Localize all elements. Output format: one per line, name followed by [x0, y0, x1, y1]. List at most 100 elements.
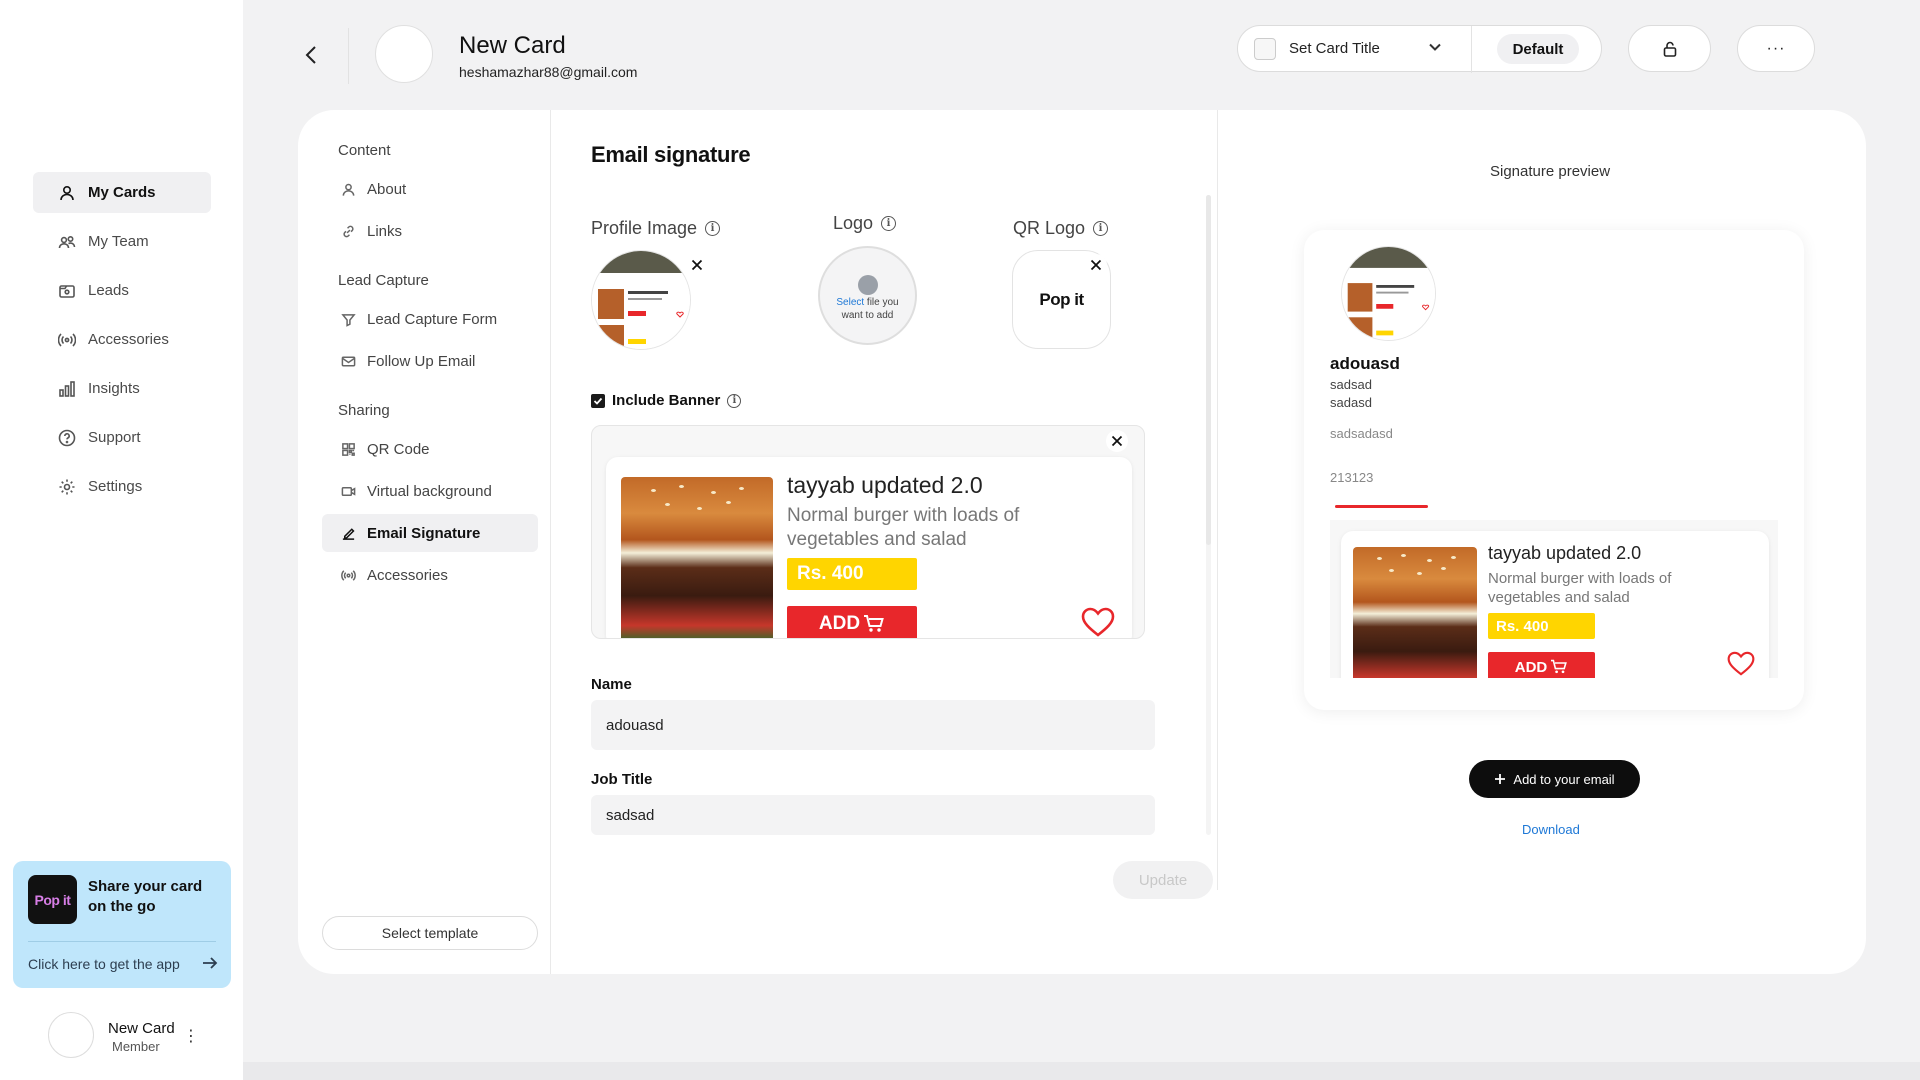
avatar [48, 1012, 94, 1058]
menu-item-label: Lead Capture Form [367, 310, 498, 328]
card-title-select[interactable]: Set Card Title Default [1237, 25, 1602, 73]
preview-line: sadasd [1330, 395, 1372, 410]
default-badge[interactable]: Default [1497, 34, 1579, 64]
preview-banner-add-label: ADD [1514, 658, 1548, 676]
broadcast-icon [340, 567, 356, 583]
name-input[interactable] [591, 700, 1155, 750]
profile-image-thumbnail [592, 251, 690, 349]
preview-banner-title: tayyab updated 2.0 [1488, 543, 1642, 563]
menu-item-label: Follow Up Email [367, 352, 476, 370]
bar-chart-icon [58, 380, 76, 398]
info-icon[interactable]: i [881, 216, 897, 231]
menu-item-about[interactable]: About [322, 170, 538, 208]
gear-icon [58, 478, 76, 496]
preview-job-title: sadsad [1330, 377, 1372, 392]
current-user[interactable]: New Card Member ⋮ [48, 1012, 199, 1062]
menu-item-links[interactable]: Links [322, 212, 538, 250]
qr-logo-label-text: QR Logo [1013, 218, 1086, 238]
job-title-input[interactable] [591, 795, 1155, 835]
signature-preview-label: Signature preview [1490, 163, 1611, 180]
sidebar-item-label: Settings [88, 478, 143, 495]
menu-item-label: Virtual background [367, 482, 492, 500]
sidebar-item-label: Leads [88, 282, 129, 299]
menu-item-label: Links [367, 222, 403, 240]
get-app-promo[interactable]: Pop it Share your card on the go Click h… [13, 861, 231, 988]
lock-button[interactable] [1628, 25, 1711, 72]
menu-item-lead-capture-form[interactable]: Lead Capture Form [322, 300, 538, 338]
team-icon [58, 233, 76, 251]
arrow-right-icon [202, 956, 218, 972]
back-button[interactable] [300, 42, 322, 68]
more-vertical-icon[interactable]: ⋮ [183, 1026, 199, 1046]
banner-preview[interactable]: tayyab updated 2.0 Normal burger with lo… [591, 425, 1145, 639]
preview-profile-image [1341, 246, 1436, 341]
user-icon [58, 184, 76, 202]
name-label: Name [591, 676, 632, 693]
download-link[interactable]: Download [1522, 822, 1580, 837]
sidebar-item-my-team[interactable]: My Team [33, 221, 211, 262]
info-icon[interactable]: i [727, 393, 742, 408]
more-options-button[interactable]: ··· [1737, 25, 1815, 72]
banner-description: Normal burger with loads of vegetables a… [787, 505, 1020, 550]
remove-banner-button[interactable] [1106, 430, 1128, 452]
user-name: New Card [108, 1020, 175, 1037]
checkbox-checked[interactable] [591, 393, 605, 408]
app-logo: Pop it [28, 875, 77, 924]
info-icon[interactable]: i [705, 221, 721, 236]
scrollbar-thumb[interactable] [1206, 195, 1211, 545]
profile-image[interactable] [591, 250, 691, 350]
column-divider [1217, 110, 1218, 890]
job-title-label: Job Title [591, 771, 653, 788]
get-app-link[interactable]: Click here to get the app [28, 956, 218, 972]
upload-hint: Select file you want to add [826, 296, 909, 322]
select-template-button[interactable]: Select template [322, 916, 538, 950]
remove-profile-image-button[interactable] [686, 254, 708, 276]
qr-logo-label: QR Logo i [1013, 218, 1109, 239]
info-icon[interactable]: i [1093, 221, 1109, 236]
close-icon [691, 259, 703, 271]
include-banner-checkbox[interactable]: Include Banner i [591, 392, 742, 409]
menu-item-email-signature[interactable]: Email Signature [322, 514, 538, 552]
upload-select-link[interactable]: Select [836, 297, 864, 308]
more-horizontal-icon: ··· [1766, 39, 1786, 57]
lock-icon [1663, 41, 1676, 57]
update-button[interactable]: Update [1113, 861, 1213, 899]
close-icon [1090, 259, 1102, 271]
sidebar-item-leads[interactable]: Leads [33, 270, 211, 311]
filter-icon [340, 311, 356, 327]
include-banner-label: Include Banner [612, 392, 721, 409]
menu-item-qr-code[interactable]: QR Code [322, 430, 538, 468]
section-lead-capture: Lead Capture [338, 272, 429, 289]
banner-price: Rs. 400 [787, 558, 917, 590]
sidebar-item-support[interactable]: Support [33, 417, 211, 458]
sidebar-item-label: My Team [88, 233, 149, 250]
promo-title: Share your card on the go [88, 878, 203, 915]
close-icon [1111, 435, 1123, 447]
burger-image [621, 477, 773, 638]
sidebar-item-insights[interactable]: Insights [33, 368, 211, 409]
menu-item-label: About [367, 180, 407, 198]
remove-qr-logo-button[interactable] [1085, 254, 1107, 276]
menu-item-label: QR Code [367, 440, 430, 458]
settings-menu: Content About Links Lead Capture Lead Ca… [298, 110, 551, 974]
header-divider [348, 28, 349, 84]
preview-name: adouasd [1330, 354, 1400, 373]
add-to-email-button[interactable]: Add to your email [1469, 760, 1640, 798]
logo-upload[interactable]: Select file you want to add [818, 246, 917, 345]
user-placeholder-icon [858, 275, 878, 295]
sidebar-item-accessories[interactable]: Accessories [33, 319, 211, 360]
mail-icon [340, 353, 356, 369]
card-email: heshamazhar88@gmail.com [459, 64, 638, 80]
preview-banner-add: ADD [1488, 652, 1595, 678]
sidebar-item-settings[interactable]: Settings [33, 466, 211, 507]
menu-item-accessories[interactable]: Accessories [322, 556, 538, 594]
menu-item-label: Email Signature [367, 524, 481, 542]
banner-add-label: ADD [818, 613, 861, 634]
add-to-email-label: Add to your email [1513, 771, 1615, 787]
menu-item-follow-up-email[interactable]: Follow Up Email [322, 342, 538, 380]
sidebar-item-my-cards[interactable]: My Cards [33, 172, 211, 213]
broadcast-icon [58, 331, 76, 349]
menu-item-virtual-background[interactable]: Virtual background [322, 472, 538, 510]
select-separator [1471, 26, 1472, 73]
heart-icon [1081, 607, 1115, 637]
